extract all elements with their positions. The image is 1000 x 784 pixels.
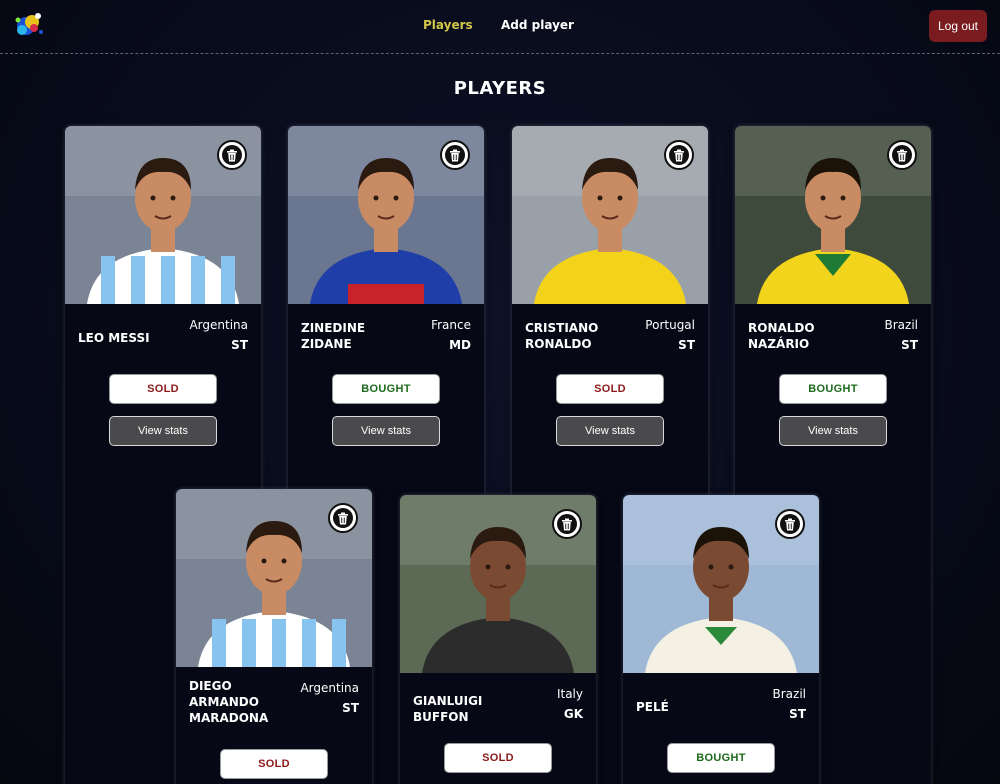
view-stats-button[interactable]: View stats: [109, 416, 217, 446]
status-button[interactable]: BOUGHT: [332, 374, 440, 404]
player-position: MD: [449, 338, 471, 352]
trash-icon: [557, 514, 577, 534]
player-card: PELÉ Brazil ST BOUGHT View stats: [623, 495, 819, 784]
player-position: ST: [342, 701, 359, 715]
player-photo: [176, 489, 372, 667]
player-info: GIANLUIGI BUFFON Italy GK: [400, 673, 596, 737]
player-photo: [65, 126, 261, 304]
view-stats-button[interactable]: View stats: [556, 416, 664, 446]
trash-icon: [892, 145, 912, 165]
delete-player-button[interactable]: [328, 503, 358, 533]
player-country: France: [431, 318, 471, 332]
nav-link-add-player[interactable]: Add player: [501, 18, 574, 32]
trash-icon: [333, 508, 353, 528]
nav-link-players[interactable]: Players: [423, 18, 473, 32]
delete-player-button[interactable]: [552, 509, 582, 539]
player-info: ZINEDINE ZIDANE France MD: [288, 304, 484, 368]
player-info: CRISTIANO RONALDO Portugal ST: [512, 304, 708, 368]
player-photo: [735, 126, 931, 304]
status-button[interactable]: SOLD: [220, 749, 328, 779]
logo-icon[interactable]: [12, 8, 48, 40]
player-photo: [623, 495, 819, 673]
player-country: Brazil: [884, 318, 919, 332]
player-photo: [288, 126, 484, 304]
trash-icon: [222, 145, 242, 165]
trash-icon: [669, 145, 689, 165]
player-photo: [512, 126, 708, 304]
view-stats-button[interactable]: View stats: [779, 416, 887, 446]
player-card: DIEGO ARMANDO MARADONA Argentina ST SOLD…: [176, 489, 372, 784]
delete-player-button[interactable]: [775, 509, 805, 539]
status-button[interactable]: SOLD: [109, 374, 217, 404]
trash-icon: [445, 145, 465, 165]
player-country: Italy: [556, 687, 583, 701]
player-photo: [400, 495, 596, 673]
player-name: RONALDO NAZÁRIO: [748, 321, 815, 351]
logout-button[interactable]: Log out: [929, 10, 987, 42]
player-name: DIEGO ARMANDO MARADONA: [189, 679, 269, 725]
player-name: LEO MESSI: [78, 331, 150, 345]
player-position: ST: [678, 338, 695, 352]
player-position: ST: [789, 707, 806, 721]
player-position: GK: [563, 707, 583, 721]
player-country: Portugal: [645, 318, 695, 332]
player-info: RONALDO NAZÁRIO Brazil ST: [735, 304, 931, 368]
player-position: ST: [901, 338, 918, 352]
player-info: PELÉ Brazil ST: [623, 673, 819, 737]
page-title: PLAYERS: [453, 78, 547, 99]
status-button[interactable]: SOLD: [444, 743, 552, 773]
player-country: Argentina: [189, 318, 248, 332]
status-button[interactable]: SOLD: [556, 374, 664, 404]
player-card: GIANLUIGI BUFFON Italy GK SOLD View stat…: [400, 495, 596, 784]
player-country: Argentina: [300, 681, 359, 695]
player-name: ZINEDINE ZIDANE: [301, 321, 366, 351]
delete-player-button[interactable]: [440, 140, 470, 170]
player-name: GIANLUIGI BUFFON: [413, 694, 483, 724]
player-position: ST: [231, 338, 248, 352]
status-button[interactable]: BOUGHT: [667, 743, 775, 773]
trash-icon: [780, 514, 800, 534]
player-country: Brazil: [772, 687, 807, 701]
view-stats-button[interactable]: View stats: [332, 416, 440, 446]
delete-player-button[interactable]: [887, 140, 917, 170]
navbar: Players Add player Log out: [0, 0, 1000, 54]
delete-player-button[interactable]: [664, 140, 694, 170]
player-name: PELÉ: [636, 700, 669, 714]
delete-player-button[interactable]: [217, 140, 247, 170]
player-info: DIEGO ARMANDO MARADONA Argentina ST: [176, 667, 372, 731]
status-button[interactable]: BOUGHT: [779, 374, 887, 404]
player-info: LEO MESSI Argentina ST: [65, 304, 261, 368]
player-name: CRISTIANO RONALDO: [525, 321, 599, 351]
